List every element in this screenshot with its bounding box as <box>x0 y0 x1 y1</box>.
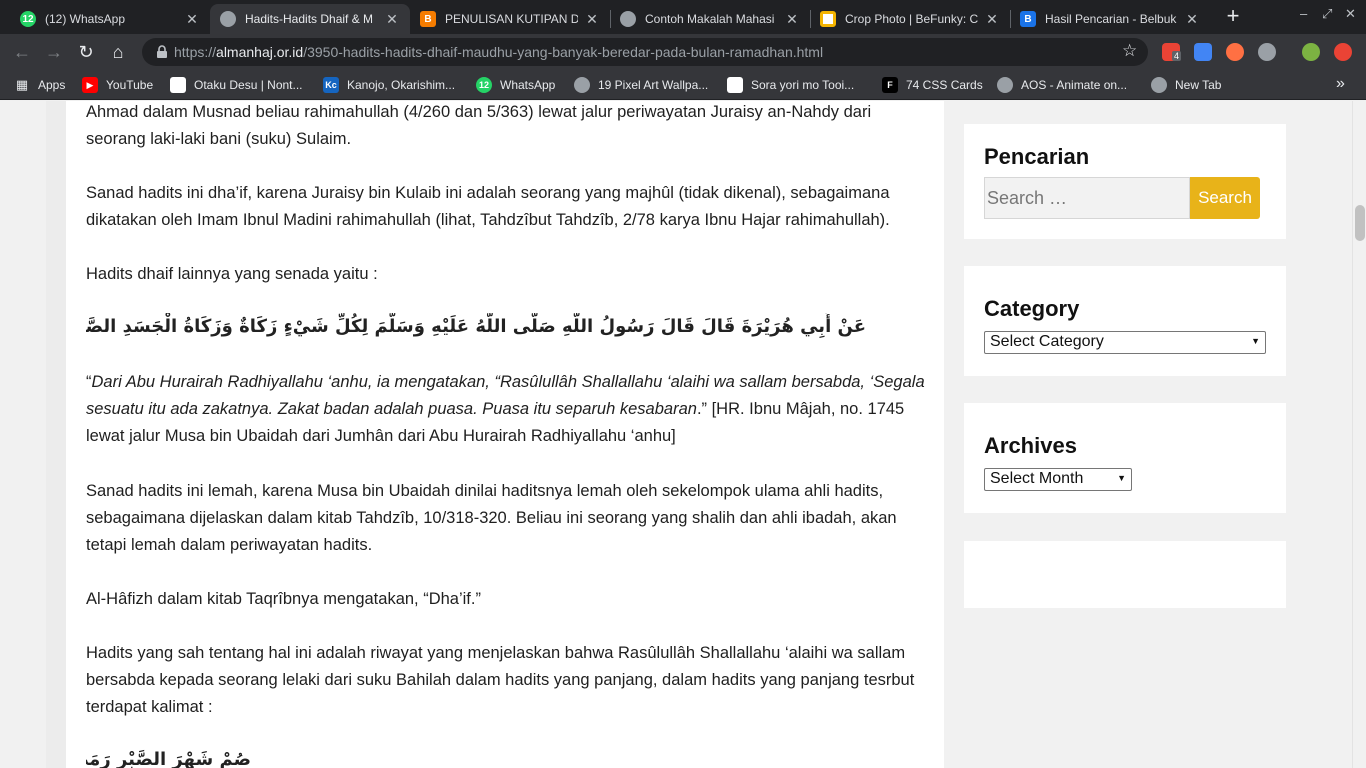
search-input[interactable]: Search … <box>984 177 1190 219</box>
page-viewport: Ahmad dalam Musnad beliau rahimahullah (… <box>0 101 1352 768</box>
close-icon[interactable]: ✕ <box>384 11 400 28</box>
archives-widget-title: Archives <box>984 433 1077 458</box>
extension-badge-icon[interactable]: 4 <box>1162 43 1182 61</box>
minimize-icon[interactable]: – <box>1300 6 1307 21</box>
empty-widget <box>964 541 1286 608</box>
tab-belbuk[interactable]: B Hasil Pencarian - Belbuk ✕ <box>1010 4 1210 34</box>
profile-avatar-icon[interactable] <box>1302 43 1320 61</box>
new-tab-button[interactable]: + <box>1222 5 1244 28</box>
scrollbar-thumb[interactable] <box>1355 205 1365 241</box>
update-icon[interactable] <box>1334 43 1352 61</box>
article-paragraph: Ahmad dalam Musnad beliau rahimahullah (… <box>86 103 872 148</box>
firefox-like-icon[interactable] <box>1226 43 1244 61</box>
download-icon[interactable] <box>1258 43 1276 61</box>
bookmark-star-icon[interactable]: ☆ <box>1122 41 1137 61</box>
category-widget: Category Select Category ▼ <box>964 266 1286 376</box>
bookmarks-bar: ▦ Apps ▶ YouTube Otaku Desu | Nont... Kc… <box>0 70 1366 100</box>
tab-penulisan[interactable]: B PENULISAN KUTIPAN DA ✕ <box>410 4 610 34</box>
tab-strip: 12 (12) WhatsApp ✕ Hadits-Hadits Dhaif &… <box>0 0 1366 34</box>
search-button[interactable]: Search <box>1190 177 1260 219</box>
apps-grid-icon: ▦ <box>15 77 29 92</box>
browser-toolbar: ← → ↻ ⌂ https://almanhaj.or.id/3950-hadi… <box>0 34 1366 70</box>
tab-title: (12) WhatsApp <box>45 12 126 26</box>
more-bookmarks-icon[interactable]: » <box>1336 75 1345 93</box>
bookmark-css-cards[interactable]: F 74 CSS Cards <box>882 77 983 93</box>
bookmark-new-tab[interactable]: New Tab <box>1151 77 1221 93</box>
globe-icon <box>997 77 1013 93</box>
globe-icon <box>220 11 236 27</box>
close-icon[interactable]: ✕ <box>1184 11 1200 28</box>
arabic-hadith-text: صُمْ شَهْرَ الصَّبْرِ رَمَضَانَ <box>86 749 251 768</box>
tab-title: Crop Photo | BeFunky: C <box>845 12 978 26</box>
tab-title: PENULISAN KUTIPAN DA <box>445 12 578 26</box>
bookmark-whatsapp[interactable]: 12 WhatsApp <box>476 77 555 93</box>
article-paragraph: Sanad hadits ini dha’if, karena Juraisy … <box>86 184 890 229</box>
article-paragraph: Hadits dhaif lainnya yang senada yaitu : <box>86 265 378 283</box>
globe-icon <box>574 77 590 93</box>
whatsapp-icon: 12 <box>20 11 36 27</box>
article-paragraph: Al-Hâfizh dalam kitab Taqrîbnya mengatak… <box>86 590 481 608</box>
bookmark-kanojo[interactable]: Kc Kanojo, Okarishim... <box>323 77 455 93</box>
close-icon[interactable]: ✕ <box>184 11 200 28</box>
forward-button[interactable]: → <box>43 41 65 63</box>
tab-befunky[interactable]: Crop Photo | BeFunky: C ✕ <box>810 4 1010 34</box>
archives-widget: Archives Select Month ▼ <box>964 403 1286 513</box>
bookmark-aos[interactable]: AOS - Animate on... <box>997 77 1127 93</box>
lock-icon <box>157 45 167 58</box>
archives-select[interactable]: Select Month ▼ <box>984 468 1132 491</box>
page-side-strip <box>46 101 66 768</box>
search-widget-title: Pencarian <box>984 144 1090 169</box>
window-close-icon[interactable]: ✕ <box>1345 6 1356 22</box>
bookmark-sora-yori[interactable]: Sora yori mo Tooi... <box>727 77 854 93</box>
close-icon[interactable]: ✕ <box>584 11 600 28</box>
chevron-down-icon: ▼ <box>1117 473 1126 483</box>
tab-whatsapp[interactable]: 12 (12) WhatsApp ✕ <box>10 4 210 34</box>
close-icon[interactable]: ✕ <box>984 11 1000 28</box>
translate-icon[interactable] <box>1194 43 1212 61</box>
search-widget: Pencarian Search … Search <box>964 124 1286 239</box>
category-widget-title: Category <box>984 296 1080 321</box>
bookmark-apps[interactable]: ▦ Apps <box>14 77 66 93</box>
bookmark-youtube[interactable]: ▶ YouTube <box>82 77 153 93</box>
back-button[interactable]: ← <box>11 41 33 63</box>
category-select[interactable]: Select Category ▼ <box>984 331 1266 354</box>
maximize-icon[interactable]: ⤢ <box>1322 6 1332 22</box>
bookmark-otaku-desu[interactable]: Otaku Desu | Nont... <box>170 77 303 93</box>
page-icon <box>170 77 186 93</box>
kc-icon: Kc <box>323 77 339 93</box>
home-button[interactable]: ⌂ <box>107 41 129 63</box>
whatsapp-icon: 12 <box>476 77 492 93</box>
tab-hadits[interactable]: Hadits-Hadits Dhaif & M ✕ <box>210 4 410 34</box>
globe-icon <box>620 11 636 27</box>
url-text: https://almanhaj.or.id/3950-hadits-hadit… <box>174 44 824 60</box>
chevron-down-icon: ▼ <box>1251 336 1260 346</box>
address-bar[interactable]: https://almanhaj.or.id/3950-hadits-hadit… <box>142 38 1148 66</box>
close-icon[interactable]: ✕ <box>784 11 800 28</box>
youtube-icon: ▶ <box>82 77 98 93</box>
article-quote-paragraph: “Dari Abu Hurairah Radhiyallahu ‘anhu, i… <box>86 373 925 445</box>
tab-contoh-makalah[interactable]: Contoh Makalah Mahasi ✕ <box>610 4 810 34</box>
arabic-hadith-text: عَنْ أَبِي هُرَيْرَةَ قَالَ قَالَ رَسُول… <box>86 316 866 337</box>
page-icon <box>727 77 743 93</box>
befunky-icon <box>820 11 836 27</box>
article-paragraph: Hadits yang sah tentang hal ini adalah r… <box>86 644 915 716</box>
page-scrollbar[interactable] <box>1352 101 1366 768</box>
reload-button[interactable]: ↻ <box>75 41 97 63</box>
globe-icon <box>1151 77 1167 93</box>
tab-title: Hasil Pencarian - Belbuk <box>1045 12 1177 26</box>
blogger-icon: B <box>420 11 436 27</box>
tab-title: Contoh Makalah Mahasi <box>645 12 775 26</box>
f-icon: F <box>882 77 898 93</box>
bookmark-pixel-art[interactable]: 19 Pixel Art Wallpa... <box>574 77 708 93</box>
bootstrap-b-icon: B <box>1020 11 1036 27</box>
article-paragraph: Sanad hadits ini lemah, karena Musa bin … <box>86 482 897 554</box>
tab-title: Hadits-Hadits Dhaif & M <box>245 12 374 26</box>
